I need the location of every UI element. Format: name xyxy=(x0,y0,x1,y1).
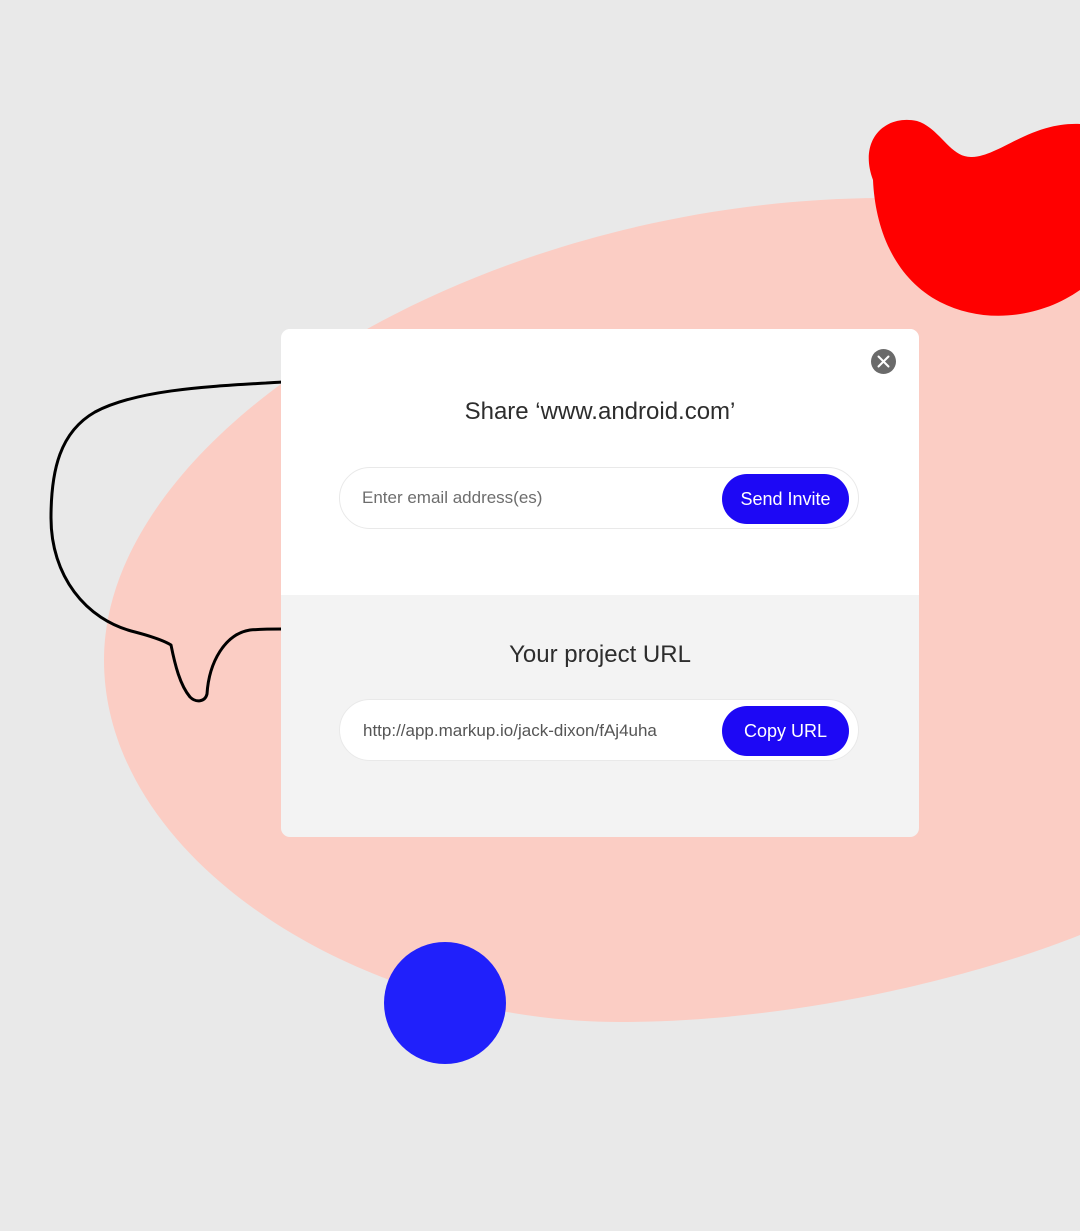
project-url-bar: http://app.markup.io/jack-dixon/fAj4uha … xyxy=(339,699,859,761)
email-invite-bar: Send Invite xyxy=(339,467,859,529)
send-invite-button[interactable]: Send Invite xyxy=(722,474,849,524)
project-url-value[interactable]: http://app.markup.io/jack-dixon/fAj4uha xyxy=(363,720,713,742)
dialog-title: Share ‘www.android.com’ xyxy=(464,398,736,425)
close-button[interactable] xyxy=(871,349,896,374)
share-dialog: Share ‘www.android.com’ Send Invite Your… xyxy=(281,329,919,837)
copy-url-button[interactable]: Copy URL xyxy=(722,706,849,756)
project-url-title: Your project URL xyxy=(509,641,691,668)
invite-section xyxy=(281,329,919,595)
email-input[interactable] xyxy=(362,483,712,513)
close-icon xyxy=(877,355,890,368)
blue-dot xyxy=(384,942,506,1064)
